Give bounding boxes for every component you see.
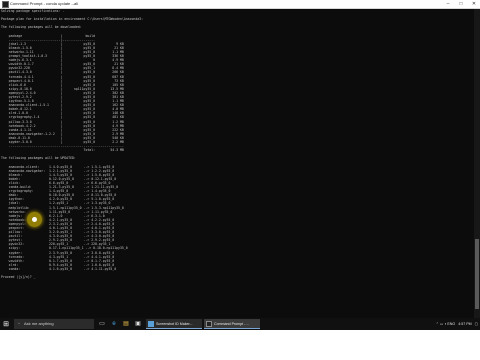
clock[interactable]: 4:57 PM — [458, 322, 471, 326]
start-button[interactable]: ⊞ — [0, 318, 12, 330]
desktop: Command Prompt - conda update --all – □ … — [0, 0, 480, 360]
cmd-icon — [206, 321, 212, 327]
console-output[interactable]: Solving package specifications: . Package… — [1, 9, 471, 318]
page-background — [0, 330, 480, 360]
notification-icon[interactable]: ▢ — [475, 322, 478, 326]
edge-browser-icon[interactable]: e — [110, 320, 118, 328]
taskbar: ⊞ ◦ Ask me anything ▭ e ▤ ▣ Screenshot ID… — [0, 318, 480, 330]
maximize-button[interactable]: □ — [455, 0, 467, 8]
task-view-icon[interactable]: ▭ — [98, 320, 106, 328]
command-prompt-window[interactable]: Command Prompt - conda update --all – □ … — [0, 0, 480, 318]
taskbar-item-command-prompt[interactable]: Command Prompt - ... — [204, 319, 260, 329]
close-button[interactable]: ✕ — [468, 0, 480, 8]
scrollbar[interactable] — [474, 9, 480, 318]
title-bar[interactable]: Command Prompt - conda update --all – □ … — [0, 0, 480, 9]
store-icon[interactable]: ▣ — [134, 320, 142, 328]
search-placeholder: Ask me anything — [24, 321, 54, 326]
mouse-cursor-highlight — [27, 212, 42, 227]
taskbar-item-label: Screenshot ID Maker... — [156, 322, 193, 326]
system-tray: ⌃ ▭ ◖ ENG 4:57 PM ▢ — [436, 318, 478, 330]
window-title: Command Prompt - conda update --all — [10, 1, 79, 6]
cmd-icon — [2, 1, 9, 8]
scroll-thumb[interactable] — [475, 239, 479, 309]
microphone-icon: ◦ — [18, 321, 20, 327]
search-input[interactable]: ◦ Ask me anything — [14, 319, 94, 329]
minimize-button[interactable]: – — [442, 0, 454, 8]
mouse-pointer-icon — [32, 217, 37, 222]
file-explorer-icon[interactable]: ▤ — [122, 320, 130, 328]
taskbar-item-screenshot-app[interactable]: Screenshot ID Maker... — [146, 319, 202, 329]
taskbar-item-label: Command Prompt - ... — [214, 322, 250, 326]
tray-icons[interactable]: ⌃ ▭ ◖ ENG — [436, 322, 455, 326]
console-line: Proceed ([y]/n)? _ — [1, 275, 36, 280]
app-icon — [148, 321, 154, 327]
